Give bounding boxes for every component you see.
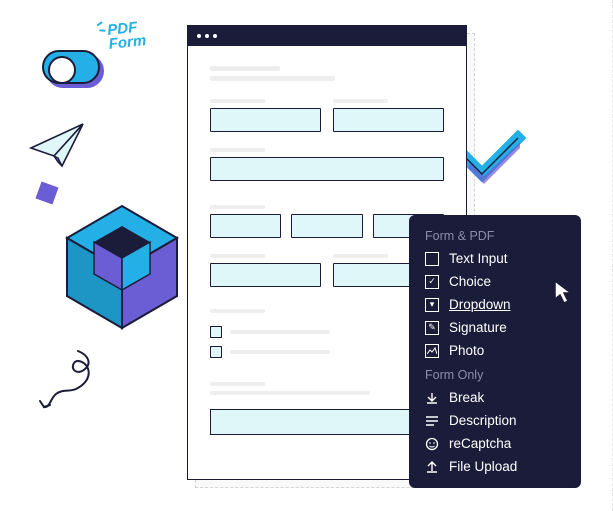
field-label	[210, 99, 265, 103]
window-dot	[205, 34, 209, 38]
field-label	[333, 99, 388, 103]
menu-item-label: File Upload	[449, 459, 517, 474]
text-input-field[interactable]	[210, 263, 321, 287]
menu-item-label: Signature	[449, 320, 507, 335]
menu-item-description[interactable]: Description	[409, 409, 581, 432]
menu-item-recaptcha[interactable]: reCaptcha	[409, 432, 581, 455]
field-type-menu: Form & PDF Text Input ✓ Choice ▾ Dropdow…	[409, 215, 581, 488]
menu-item-text-input[interactable]: Text Input	[409, 247, 581, 270]
dropdown-icon: ▾	[425, 298, 439, 312]
decorative-squiggle	[30, 345, 120, 435]
menu-item-file-upload[interactable]: File Upload	[409, 455, 581, 478]
text-input-field[interactable]	[210, 108, 321, 132]
field-label	[210, 148, 265, 152]
decorative-chip	[35, 181, 58, 204]
window-titlebar	[188, 26, 466, 46]
field-label	[210, 254, 265, 258]
menu-item-label: Break	[449, 390, 484, 405]
paper-plane-icon	[28, 118, 88, 170]
menu-item-label: reCaptcha	[449, 436, 511, 451]
window-dot	[213, 34, 217, 38]
signature-icon: ✎	[425, 321, 439, 335]
menu-item-signature[interactable]: ✎ Signature	[409, 316, 581, 339]
description-icon	[425, 414, 439, 428]
text-input-icon	[425, 252, 439, 266]
field-label	[210, 309, 265, 313]
placeholder-line	[210, 391, 370, 395]
window-dot	[197, 34, 201, 38]
recaptcha-icon	[425, 437, 439, 451]
menu-item-choice[interactable]: ✓ Choice	[409, 270, 581, 293]
decorative-toggle	[42, 50, 100, 84]
menu-item-label: Photo	[449, 343, 484, 358]
checkbox-label	[230, 350, 330, 354]
menu-item-dropdown[interactable]: ▾ Dropdown	[409, 293, 581, 316]
field-label	[210, 205, 265, 209]
break-icon	[425, 391, 439, 405]
checkbox-label	[230, 330, 330, 334]
menu-section-header: Form & PDF	[409, 227, 581, 247]
text-input-field[interactable]	[210, 157, 444, 181]
text-input-field[interactable]	[333, 108, 444, 132]
menu-item-label: Description	[449, 413, 517, 428]
menu-item-label: Choice	[449, 274, 491, 289]
field-label	[210, 382, 265, 386]
checkbox-input[interactable]	[210, 346, 222, 358]
menu-section-header: Form Only	[409, 366, 581, 386]
decorative-cube	[62, 200, 197, 335]
menu-item-label: Text Input	[449, 251, 508, 266]
photo-icon	[425, 344, 439, 358]
placeholder-line	[210, 76, 335, 81]
menu-item-label: Dropdown	[449, 297, 511, 312]
placeholder-line	[210, 66, 280, 71]
pdf-form-handwritten-label: PDF Form	[107, 20, 147, 51]
field-label	[333, 254, 388, 258]
menu-item-photo[interactable]: Photo	[409, 339, 581, 362]
text-input-field[interactable]	[210, 214, 281, 238]
menu-item-break[interactable]: Break	[409, 386, 581, 409]
text-input-field[interactable]	[291, 214, 362, 238]
checkbox-input[interactable]	[210, 326, 222, 338]
choice-icon: ✓	[425, 275, 439, 289]
file-upload-icon	[425, 460, 439, 474]
decorative-checkmark-icon	[460, 130, 530, 190]
